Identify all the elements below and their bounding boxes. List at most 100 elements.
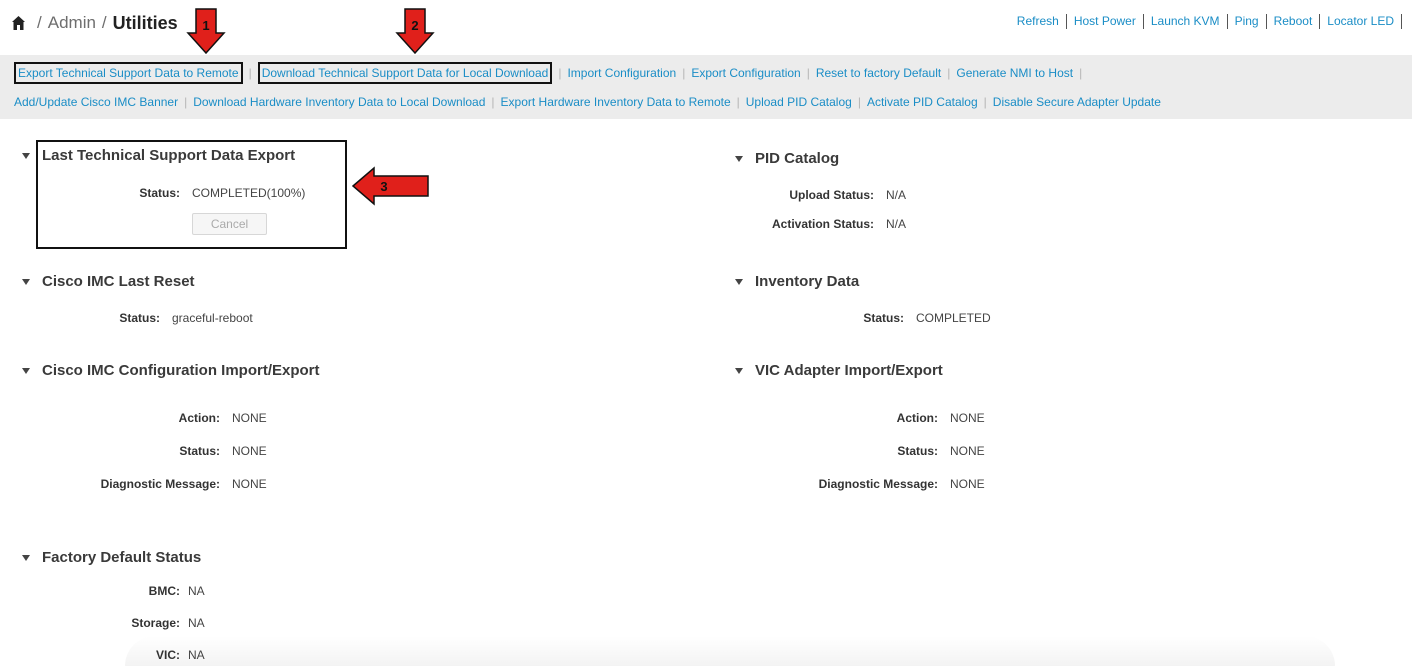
section-inventory-header[interactable]: Inventory Data bbox=[735, 273, 859, 290]
divider: | bbox=[682, 66, 686, 80]
inventory-status-row: Status: COMPLETED bbox=[740, 311, 991, 325]
divider: | bbox=[558, 66, 562, 80]
highlight-box bbox=[36, 140, 347, 249]
divider: | bbox=[857, 95, 861, 109]
download-tech-support-local-link[interactable]: Download Technical Support Data for Loca… bbox=[257, 62, 553, 84]
bottom-panel-edge bbox=[125, 636, 1335, 666]
field-label: Storage: bbox=[131, 616, 180, 630]
collapse-triangle-icon[interactable] bbox=[22, 554, 30, 561]
pid-upload-row: Upload Status: N/A bbox=[740, 188, 906, 202]
annotation-number: 3 bbox=[380, 179, 387, 194]
collapse-triangle-icon[interactable] bbox=[735, 278, 743, 285]
divider: | bbox=[248, 66, 252, 80]
collapse-triangle-icon[interactable] bbox=[735, 155, 743, 162]
section-vic-header[interactable]: VIC Adapter Import/Export bbox=[735, 362, 943, 379]
field-label: BMC: bbox=[148, 584, 180, 598]
divider: | bbox=[184, 95, 188, 109]
config-status-row: Status: NONE bbox=[60, 444, 267, 458]
generate-nmi-link[interactable]: Generate NMI to Host bbox=[956, 66, 1073, 80]
divider: | bbox=[806, 66, 810, 80]
field-label: Activation Status: bbox=[771, 217, 874, 231]
export-hw-inventory-link[interactable]: Export Hardware Inventory Data to Remote bbox=[501, 95, 731, 109]
status-value: COMPLETED bbox=[916, 311, 991, 325]
breadcrumb-separator: / bbox=[37, 13, 42, 32]
export-tech-support-remote-link[interactable]: Export Technical Support Data to Remote bbox=[14, 62, 243, 84]
upload-pid-catalog-link[interactable]: Upload PID Catalog bbox=[746, 95, 852, 109]
actions-toolbar: Export Technical Support Data to Remote … bbox=[0, 55, 1412, 119]
field-label: Action: bbox=[178, 411, 220, 425]
reboot-link[interactable]: Reboot bbox=[1267, 14, 1321, 29]
pid-activation-row: Activation Status: N/A bbox=[740, 217, 906, 231]
field-label: Upload Status: bbox=[789, 188, 874, 202]
disable-secure-adapter-link[interactable]: Disable Secure Adapter Update bbox=[993, 95, 1161, 109]
field-label: Status: bbox=[119, 311, 160, 325]
annotation-arrow-3: 3 bbox=[352, 166, 429, 206]
section-config-header[interactable]: Cisco IMC Configuration Import/Export bbox=[22, 362, 320, 379]
breadcrumb-admin[interactable]: Admin bbox=[48, 13, 96, 33]
vic-value: NA bbox=[188, 648, 205, 662]
status-value: NONE bbox=[950, 444, 985, 458]
section-title: Factory Default Status bbox=[42, 549, 202, 566]
field-label: Action: bbox=[896, 411, 938, 425]
diag-value: NONE bbox=[232, 477, 267, 491]
vic-status-row: Status: NONE bbox=[740, 444, 985, 458]
divider: | bbox=[491, 95, 495, 109]
home-icon[interactable] bbox=[12, 16, 25, 30]
toolbar-row-2: Add/Update Cisco IMC Banner | Download H… bbox=[14, 93, 1161, 111]
collapse-triangle-icon[interactable] bbox=[22, 152, 30, 159]
diag-value: NONE bbox=[950, 477, 985, 491]
field-label: Status: bbox=[897, 444, 938, 458]
toolbar-row-1: Export Technical Support Data to Remote … bbox=[14, 62, 1088, 84]
storage-value: NA bbox=[188, 616, 205, 630]
section-last-reset-header[interactable]: Cisco IMC Last Reset bbox=[22, 273, 195, 290]
divider: | bbox=[1079, 66, 1083, 80]
field-label: Diagnostic Message: bbox=[100, 477, 220, 491]
section-title: Cisco IMC Last Reset bbox=[42, 273, 195, 290]
status-value: graceful-reboot bbox=[172, 311, 253, 325]
ping-link[interactable]: Ping bbox=[1228, 14, 1267, 29]
divider: | bbox=[947, 66, 951, 80]
locator-led-link[interactable]: Locator LED bbox=[1320, 14, 1402, 29]
page-title: Utilities bbox=[112, 12, 178, 33]
refresh-link[interactable]: Refresh bbox=[1010, 14, 1067, 29]
section-title: Inventory Data bbox=[755, 273, 860, 290]
breadcrumb-separator: / bbox=[101, 13, 107, 32]
import-configuration-link[interactable]: Import Configuration bbox=[567, 66, 676, 80]
factory-storage-row: Storage: NA bbox=[60, 616, 205, 630]
action-value: NONE bbox=[950, 411, 985, 425]
collapse-triangle-icon[interactable] bbox=[22, 278, 30, 285]
field-label: Status: bbox=[863, 311, 904, 325]
breadcrumb: / Admin / Utilities bbox=[12, 8, 178, 38]
collapse-triangle-icon[interactable] bbox=[735, 367, 743, 374]
activate-pid-catalog-link[interactable]: Activate PID Catalog bbox=[867, 95, 978, 109]
annotation-arrow-1: 1 bbox=[186, 8, 226, 54]
export-configuration-link[interactable]: Export Configuration bbox=[691, 66, 800, 80]
section-title: VIC Adapter Import/Export bbox=[755, 362, 943, 379]
vic-action-row: Action: NONE bbox=[740, 411, 985, 425]
last-reset-status-row: Status: graceful-reboot bbox=[60, 311, 253, 325]
reset-factory-default-link[interactable]: Reset to factory Default bbox=[816, 66, 941, 80]
field-label: Status: bbox=[179, 444, 220, 458]
top-actions: Refresh Host Power Launch KVM Ping Reboo… bbox=[1010, 14, 1402, 29]
section-factory-header[interactable]: Factory Default Status bbox=[22, 549, 201, 566]
activation-status-value: N/A bbox=[886, 217, 907, 231]
factory-vic-row: VIC: NA bbox=[60, 648, 205, 662]
field-label: VIC: bbox=[156, 648, 180, 662]
section-title: Cisco IMC Configuration Import/Export bbox=[42, 362, 320, 379]
field-label: Diagnostic Message: bbox=[818, 477, 938, 491]
vic-diag-row: Diagnostic Message: NONE bbox=[740, 477, 985, 491]
download-hw-inventory-link[interactable]: Download Hardware Inventory Data to Loca… bbox=[193, 95, 485, 109]
status-value: NONE bbox=[232, 444, 267, 458]
collapse-triangle-icon[interactable] bbox=[22, 367, 30, 374]
divider: | bbox=[983, 95, 987, 109]
section-pid-header[interactable]: PID Catalog bbox=[735, 150, 839, 167]
factory-bmc-row: BMC: NA bbox=[60, 584, 205, 598]
action-value: NONE bbox=[232, 411, 267, 425]
config-action-row: Action: NONE bbox=[60, 411, 267, 425]
section-title: PID Catalog bbox=[755, 150, 840, 167]
annotation-number: 2 bbox=[411, 18, 418, 33]
host-power-link[interactable]: Host Power bbox=[1067, 14, 1144, 29]
update-banner-link[interactable]: Add/Update Cisco IMC Banner bbox=[14, 95, 178, 109]
launch-kvm-link[interactable]: Launch KVM bbox=[1144, 14, 1228, 29]
annotation-arrow-2: 2 bbox=[395, 8, 435, 54]
